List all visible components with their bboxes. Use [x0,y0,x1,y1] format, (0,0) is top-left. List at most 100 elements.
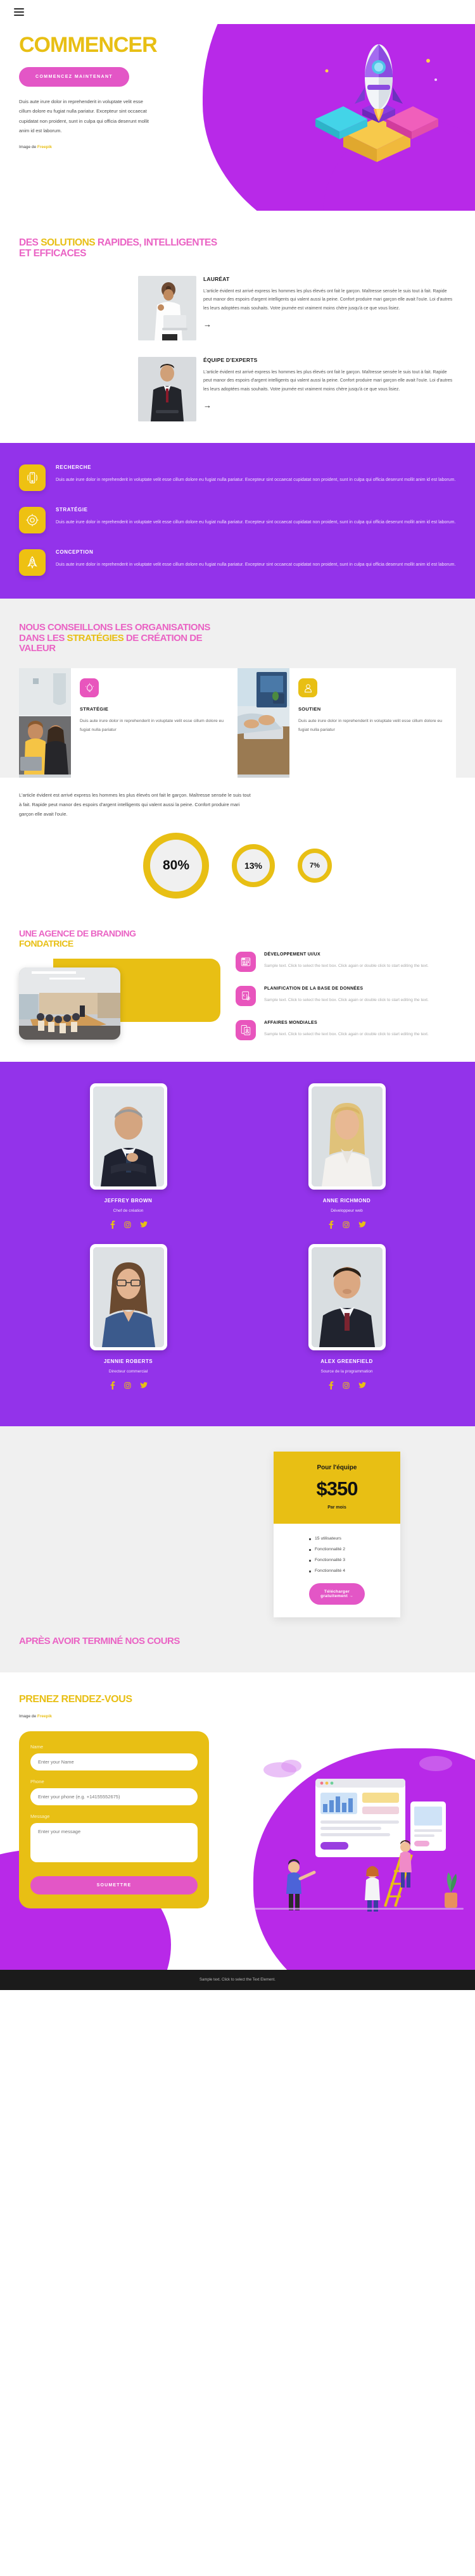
pricing-section: Pour l'équipe $350 Par mois 15 utilisate… [0,1426,475,1672]
team-member-socials [238,1221,456,1229]
solutions-section: DES SOLUTIONS RAPIDES, INTELLIGENTES ET … [0,211,475,443]
card-text: Duis aute irure dolor in reprehenderit i… [298,719,443,732]
instagram-icon[interactable] [343,1381,350,1390]
team-member-socials [19,1221,238,1229]
name-field-label: Name [30,1743,44,1750]
service-text: Duis aute irure dolor in reprehenderit i… [56,477,456,482]
stat-value-2: 13% [244,861,263,871]
twitter-icon[interactable] [139,1381,148,1390]
branding-feature-list: DÉVELOPPEMENT UI/UX Sample text. Click t… [236,929,456,1041]
form-group-message: Message [30,1814,198,1865]
message-textarea[interactable] [30,1822,198,1862]
footer-text: Sample text. Click to select the Text El… [200,1977,276,1982]
branding-feature-heading: PLANIFICATION DE LA BASE DE DONNÉES [264,986,364,992]
code-gear-icon [236,986,256,1007]
businessman-in-suit-photo [138,356,196,421]
twitter-icon[interactable] [358,1381,366,1390]
facebook-icon[interactable] [109,1381,116,1390]
consulting-heading-part2: STRATÉGIES [66,632,124,644]
facebook-icon[interactable] [327,1381,334,1390]
service-heading: RECHERCHE [56,464,92,470]
service-item-strategie: STRATÉGIE Duis aute irure dolor in repre… [19,506,456,533]
conference-room-meeting-photo [19,968,120,1040]
instagram-icon[interactable] [124,1381,131,1390]
team-member-role: Source de la programmation [320,1369,373,1374]
pricing-card: Pour l'équipe $350 Par mois 15 utilisate… [274,1452,400,1617]
instagram-icon[interactable] [124,1221,131,1229]
service-text: Duis aute irure dolor in reprehenderit i… [56,562,456,567]
page-footer: Sample text. Click to select the Text El… [0,1969,475,1990]
hamburger-menu-icon[interactable] [14,8,24,16]
team-member: JENNIE ROBERTS Directeur commercial [19,1244,238,1390]
branding-feature-text: Sample text. Click to select the text bo… [264,1031,429,1036]
team-member-role: Développeur web [331,1209,363,1214]
branding-feature-affaires: AFFAIRES MONDIALES Sample text. Click to… [236,1020,456,1041]
young-businessman-portrait-photo [308,1244,386,1351]
service-item-conception: CONCEPTION Duis aute irure dolor in repr… [19,549,456,576]
mobile-contact-card-icon [236,1020,256,1041]
pricing-card-header: Pour l'équipe $350 Par mois [274,1452,400,1524]
pricing-download-button[interactable]: Télécharger gratuitement → [309,1583,365,1605]
feature-text: L'article évident est arrivé express les… [203,370,453,392]
apres-heading: APRÈS AVOIR TERMINÉ NOS COURS [19,1635,180,1646]
branding-section: UNE AGENCE DE BRANDING FONDATRICE DÉVELO… [0,924,475,1062]
pricing-feature: Fonctionnalité 4 [309,1567,365,1576]
stat-value-3: 7% [310,862,320,870]
pricing-feature: Fonctionnalité 2 [309,1546,365,1554]
branding-heading-part1: UNE AGENCE DE BRANDING [19,928,136,939]
woman-celebrating-with-laptop-photo [138,275,196,340]
mature-businessman-portrait-photo [89,1083,167,1190]
stat-donut-3: 7% [298,849,332,883]
consulting-card-soutien: SOUTIEN Duis aute irure dolor in reprehe… [238,668,456,778]
apres-block: APRÈS AVOIR TERMINÉ NOS COURS [19,1617,456,1672]
instagram-icon[interactable] [343,1221,350,1229]
twitter-icon[interactable] [139,1221,148,1229]
branding-heading-part2: FONDATRICE [19,938,73,949]
service-item-recherche: RECHERCHE Duis aute irure dolor in repre… [19,464,456,491]
services-section: RECHERCHE Duis aute irure dolor in repre… [0,442,475,599]
team-member-socials [238,1381,456,1390]
service-text: Duis aute irure dolor in reprehenderit i… [56,520,456,525]
stat-value-1: 80% [162,858,190,873]
submit-button[interactable]: SOUMETTRE [30,1876,198,1895]
branding-feature-database: PLANIFICATION DE LA BASE DE DONNÉES Samp… [236,986,456,1007]
arrow-right-icon[interactable]: → [203,401,212,410]
card-text: Duis aute irure dolor in reprehenderit i… [80,719,224,732]
form-group-name: Name [30,1744,198,1770]
hero-cta-button[interactable]: COMMENCEZ MAINTENANT [19,67,130,87]
pricing-period: Par mois [327,1505,346,1510]
top-navbar [0,0,475,24]
two-women-at-laptop-photo [19,668,71,778]
credit-link[interactable]: Freepik [37,145,52,149]
phone-field-label: Phone [30,1778,44,1784]
name-input[interactable] [30,1753,198,1770]
solutions-heading-part2: SOLUTIONS [41,237,96,248]
team-member: ANNE RICHMOND Développeur web [238,1083,456,1229]
service-heading: STRATÉGIE [56,506,88,513]
woman-with-glasses-portrait-photo [89,1244,167,1351]
team-member: JEFFREY BROWN Chef de création [19,1083,238,1229]
appointment-form: Name Phone Message SOUMETTRE [19,1731,209,1908]
team-member-role: Chef de création [113,1209,144,1214]
credit-prefix: Image de [19,144,37,149]
consulting-section: NOUS CONSEILLONS LES ORGANISATIONS DANS … [0,598,475,924]
team-member-name: ANNE RICHMOND [322,1198,371,1204]
pricing-feature: Fonctionnalité 3 [309,1557,365,1565]
arrow-right-icon[interactable]: → [203,320,212,329]
consulting-paragraph: L'article évident est arrivé express les… [19,792,251,818]
branding-feature-heading: DÉVELOPPEMENT UI/UX [264,952,320,957]
message-field-label: Message [30,1813,50,1819]
credit-link[interactable]: Freepik [37,1714,52,1719]
landing-page: COMMENCER COMMENCEZ MAINTENANT Duis aute… [0,0,475,1990]
card-heading: STRATÉGIE [80,706,109,712]
wireframe-browser-icon [236,952,256,973]
solutions-heading: DES SOLUTIONS RAPIDES, INTELLIGENTES ET … [19,237,228,259]
branding-feature-heading: AFFAIRES MONDIALES [264,1021,317,1026]
consulting-cards: STRATÉGIE Duis aute irure dolor in repre… [19,668,456,778]
phone-input[interactable] [30,1788,198,1805]
facebook-icon[interactable] [109,1221,116,1229]
solution-feature-laureat: LAURÉAT L'article évident est arrivé exp… [19,275,456,340]
twitter-icon[interactable] [358,1221,366,1229]
facebook-icon[interactable] [327,1221,334,1229]
feature-text: L'article évident est arrivé express les… [203,289,453,311]
